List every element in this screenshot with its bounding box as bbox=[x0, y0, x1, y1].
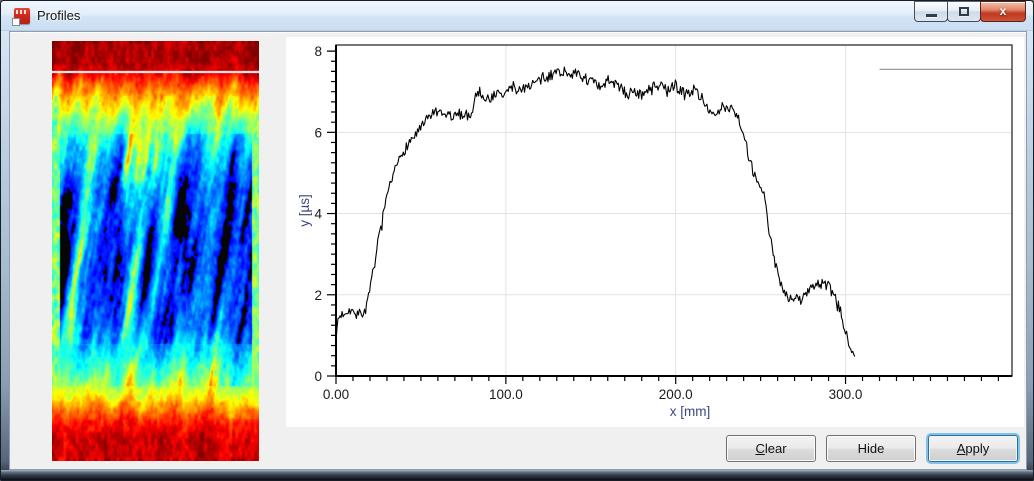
apply-button[interactable]: Apply bbox=[928, 435, 1018, 462]
svg-text:2: 2 bbox=[314, 288, 322, 303]
titlebar[interactable]: Profiles x bbox=[1, 1, 1033, 31]
svg-text:200.0: 200.0 bbox=[659, 387, 693, 402]
y-axis-title: y [µs] bbox=[297, 194, 312, 227]
app-logo-icon bbox=[14, 8, 30, 24]
window-title: Profiles bbox=[37, 1, 80, 31]
plot-border bbox=[336, 45, 1012, 376]
profile-chart-panel: 0 2 4 6 8 0.00 100.0 200.0 300.0 x [mm] y [µs] bbox=[286, 37, 1024, 427]
svg-text:6: 6 bbox=[314, 125, 322, 140]
svg-text:0: 0 bbox=[314, 369, 322, 384]
cscan-heatmap-image[interactable] bbox=[52, 41, 259, 461]
svg-text:4: 4 bbox=[314, 207, 322, 222]
svg-text:0.00: 0.00 bbox=[323, 387, 349, 402]
close-icon: x bbox=[1000, 2, 1007, 21]
clear-button[interactable]: Clear bbox=[726, 435, 816, 462]
svg-text:100.0: 100.0 bbox=[489, 387, 523, 402]
maximize-button[interactable] bbox=[947, 1, 981, 22]
client-area: 0 2 4 6 8 0.00 100.0 200.0 300.0 x [mm] y [µs] Cle… bbox=[9, 31, 1027, 470]
profile-curve bbox=[336, 67, 855, 357]
axis-ticks bbox=[327, 51, 998, 384]
minimize-icon bbox=[926, 14, 937, 17]
maximize-icon bbox=[959, 7, 969, 16]
hide-button[interactable]: Hide bbox=[826, 435, 916, 462]
svg-text:8: 8 bbox=[314, 44, 322, 59]
svg-text:300.0: 300.0 bbox=[829, 387, 863, 402]
window-controls: x bbox=[915, 1, 1026, 22]
gridlines bbox=[336, 45, 1012, 376]
minimize-button[interactable] bbox=[914, 1, 948, 22]
window-bottom-frame bbox=[1, 470, 1033, 480]
x-axis-title: x [mm] bbox=[670, 404, 711, 419]
tick-labels: 0 2 4 6 8 0.00 100.0 200.0 300.0 bbox=[314, 44, 862, 402]
close-button[interactable]: x bbox=[980, 1, 1026, 22]
profile-chart[interactable]: 0 2 4 6 8 0.00 100.0 200.0 300.0 x [mm] y [µs] bbox=[286, 37, 1024, 427]
profiles-window: Profiles x 0 2 4 6 8 0.00 100.0 200.0 300.0 x [mm… bbox=[0, 0, 1034, 481]
